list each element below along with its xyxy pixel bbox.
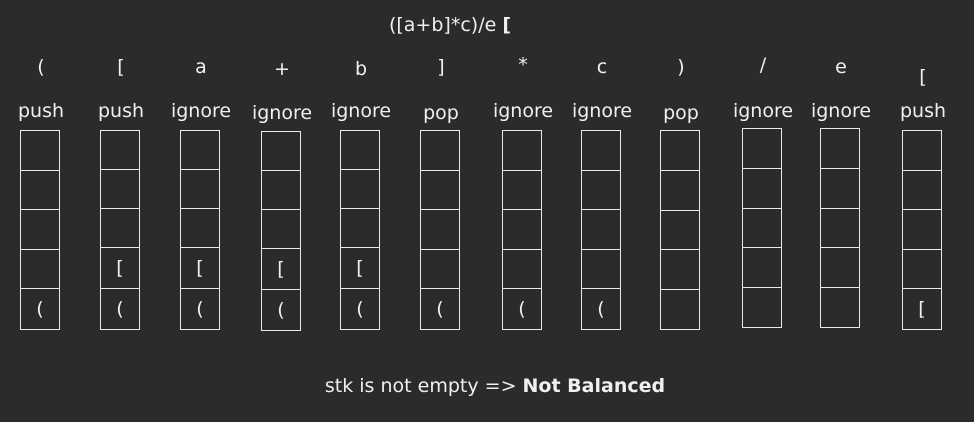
stack-cell	[421, 131, 459, 171]
expression-last-char: [	[502, 14, 512, 36]
stack-cell	[903, 210, 941, 250]
stack-cell: (	[116, 298, 124, 320]
action-label: push	[899, 100, 947, 122]
stack-cell	[421, 171, 459, 210]
stack-cell	[821, 209, 859, 249]
stack-box	[742, 128, 782, 328]
stack-cell	[661, 131, 699, 171]
stack-cell	[661, 290, 699, 329]
stack-cell	[101, 131, 139, 170]
stack-cell	[101, 209, 139, 248]
stack-cell	[661, 250, 699, 291]
stack-cell: (	[356, 298, 364, 320]
stack-cell	[743, 129, 781, 169]
stack-cell: [	[181, 248, 219, 289]
stack-cell	[743, 169, 781, 209]
stack-cell	[903, 171, 941, 210]
stack-cell	[181, 209, 219, 248]
stack-box: [(	[180, 130, 220, 330]
stack-cell	[262, 171, 300, 210]
stack-cell: (	[36, 298, 44, 320]
stack-cell: [	[262, 249, 300, 290]
stack-cell	[821, 248, 859, 289]
stack-cell	[503, 171, 541, 210]
stack-cell	[421, 250, 459, 289]
stack-cell	[582, 171, 620, 210]
stack-cell	[582, 210, 620, 250]
stack-cell	[661, 171, 699, 211]
stack-cell: (	[277, 299, 285, 321]
result-prefix: stk is not empty =>	[324, 375, 523, 397]
stack-cell	[582, 250, 620, 289]
stack-cell	[582, 131, 620, 171]
stack-cell	[743, 288, 781, 327]
stack-box: (	[502, 130, 542, 330]
stack-cell	[341, 170, 379, 209]
stack-cell	[661, 211, 699, 251]
stack-cell	[421, 210, 459, 250]
stack-cell	[903, 131, 941, 171]
stack-cell	[743, 248, 781, 289]
expression-title: ([a+b]*c)/e [	[0, 14, 900, 36]
stack-cell	[503, 131, 541, 171]
stack-cell	[821, 288, 859, 327]
stack-box	[820, 128, 860, 328]
stack-cell	[341, 209, 379, 248]
result-line: stk is not empty => Not Balanced	[0, 375, 974, 397]
stack-box	[660, 130, 700, 330]
result-verdict: Not Balanced	[522, 375, 666, 397]
stack-box: (	[581, 130, 621, 330]
stack-cell	[21, 131, 59, 171]
stack-cell: [	[341, 248, 379, 289]
stack-cell	[101, 170, 139, 209]
stack-cell	[262, 132, 300, 171]
stack-cell: [	[101, 248, 139, 289]
stack-cell	[181, 170, 219, 209]
stack-box: [(	[100, 130, 140, 330]
stack-box: (	[20, 130, 60, 330]
stack-cell	[743, 209, 781, 249]
stack-cell: (	[518, 298, 526, 320]
expression-text: ([a+b]*c)/e	[388, 14, 497, 36]
stack-box: [(	[261, 131, 301, 331]
stack-cell	[21, 210, 59, 250]
stack-cell	[21, 171, 59, 210]
stack-cell: (	[196, 298, 204, 320]
stack-cell	[503, 250, 541, 289]
stack-cell: [	[918, 298, 926, 320]
stack-cell	[181, 131, 219, 170]
stack-box: [(	[340, 130, 380, 330]
stack-cell	[903, 250, 941, 289]
stack-cell: (	[436, 298, 444, 320]
stack-cell	[503, 210, 541, 250]
stack-cell	[21, 250, 59, 289]
stack-cell: (	[597, 298, 605, 320]
stack-cell	[262, 210, 300, 249]
stack-cell	[341, 131, 379, 170]
input-char: [	[919, 66, 927, 88]
stack-box: (	[420, 130, 460, 330]
stack-cell	[821, 129, 859, 169]
stack-box: [	[902, 130, 942, 330]
stack-cell	[821, 169, 859, 209]
